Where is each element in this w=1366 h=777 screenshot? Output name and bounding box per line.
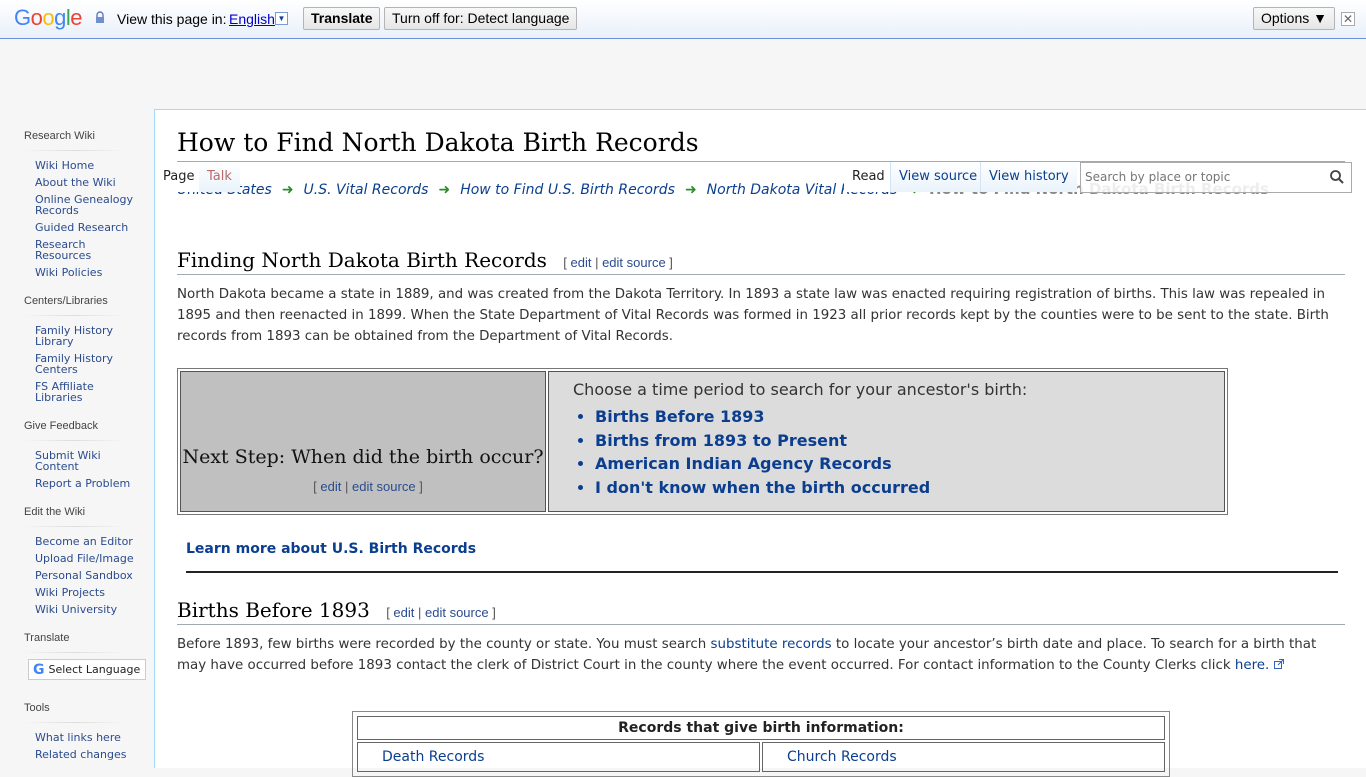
page-title: How to Find North Dakota Birth Records	[177, 128, 1345, 162]
sidebar-item-about-wiki[interactable]: About the Wiki	[35, 176, 116, 189]
edit-section-links: [ edit | edit source ]	[386, 605, 496, 620]
sidebar-section-translate: Translate G Select Language	[0, 632, 155, 680]
tab-view-history[interactable]: View history	[980, 162, 1077, 192]
sidebar-item-report-problem[interactable]: Report a Problem	[35, 477, 130, 490]
link-unknown-birth-date[interactable]: I don't know when the birth occurred	[595, 478, 930, 497]
link-births-1893-present[interactable]: Births from 1893 to Present	[595, 431, 847, 450]
paragraph-text: Before 1893, few births were recorded by…	[177, 637, 711, 652]
sidebar-item-submit-wiki-content[interactable]: Submit Wiki Content	[35, 449, 101, 473]
search-input[interactable]	[1081, 163, 1321, 191]
divider	[24, 526, 126, 527]
sidebar-heading: Translate	[24, 632, 70, 644]
divider	[24, 722, 126, 723]
edit-link[interactable]: edit	[320, 479, 341, 494]
search-icon[interactable]	[1329, 169, 1345, 185]
turn-off-button[interactable]: Turn off for: Detect language	[384, 7, 578, 30]
records-table: Records that give birth information: Dea…	[352, 711, 1170, 777]
divider	[24, 315, 126, 316]
tab-page[interactable]: Page	[155, 162, 203, 192]
google-translate-bar: Google View this page in: English ▼ Tran…	[0, 0, 1366, 39]
link-births-before-1893[interactable]: Births Before 1893	[595, 407, 765, 426]
sidebar-item-become-editor[interactable]: Become an Editor	[35, 535, 133, 548]
breadcrumb-link[interactable]: U.S. Vital Records	[304, 182, 429, 198]
language-link[interactable]: English	[229, 11, 275, 27]
divider	[24, 652, 126, 653]
section-heading-finding-records: Finding North Dakota Birth Records [ edi…	[177, 248, 1345, 275]
sidebar-item-upload-file[interactable]: Upload File/Image	[35, 552, 134, 565]
sidebar-item-fs-affiliate-libraries[interactable]: FS Affiliate Libraries	[35, 380, 94, 404]
sidebar-item-research-resources[interactable]: Research Resources	[35, 238, 91, 262]
edit-source-link[interactable]: edit source	[352, 479, 416, 494]
sidebar-heading: Research Wiki	[24, 130, 95, 142]
sidebar-section-tools: Tools What links here Related changes	[0, 702, 155, 763]
sidebar-item-personal-sandbox[interactable]: Personal Sandbox	[35, 569, 133, 582]
arrow-right-icon: ➜	[281, 182, 294, 198]
substitute-records-link[interactable]: substitute records	[711, 637, 832, 652]
link-american-indian-agency[interactable]: American Indian Agency Records	[595, 454, 892, 473]
edit-section-links: [ edit | edit source ]	[563, 255, 673, 270]
time-period-prompt: Choose a time period to search for your …	[573, 380, 1028, 399]
records-table-header: Records that give birth information:	[357, 716, 1165, 740]
arrow-right-icon: ➜	[684, 182, 697, 198]
church-records-link[interactable]: Church Records	[787, 749, 897, 765]
edit-section-links: [ edit | edit source ]	[313, 479, 423, 494]
language-dropdown-icon[interactable]: ▼	[275, 12, 288, 25]
divider	[186, 571, 1338, 573]
section-paragraph: North Dakota became a state in 1889, and…	[177, 287, 1329, 344]
google-g-icon: G	[33, 662, 45, 678]
divider	[24, 440, 126, 441]
tab-talk[interactable]: Talk	[199, 162, 240, 192]
sidebar-section-research-wiki: Research Wiki Wiki Home About the Wiki O…	[0, 130, 155, 281]
arrow-right-icon: ➜	[438, 182, 451, 198]
select-language-label: Select Language	[48, 663, 141, 676]
sidebar-heading: Edit the Wiki	[24, 506, 86, 518]
sidebar-section-edit-wiki: Edit the Wiki Become an Editor Upload Fi…	[0, 506, 155, 618]
lock-icon	[96, 11, 104, 23]
sidebar-section-give-feedback: Give Feedback Submit Wiki Content Report…	[0, 420, 155, 492]
sidebar-heading: Tools	[24, 702, 50, 714]
section-paragraph: Before 1893, few births were recorded by…	[177, 634, 1349, 676]
next-step-box: Next Step: When did the birth occur? [ e…	[177, 368, 1228, 515]
sidebar-item-wiki-home[interactable]: Wiki Home	[35, 159, 94, 172]
select-language-dropdown[interactable]: G Select Language	[28, 659, 146, 680]
next-step-heading-cell: Next Step: When did the birth occur? [ e…	[180, 371, 546, 512]
sidebar-section-centers-libraries: Centers/Libraries Family History Library…	[0, 295, 155, 406]
time-period-options: Choose a time period to search for your …	[548, 371, 1225, 512]
tab-read[interactable]: Read	[844, 162, 893, 192]
sidebar-item-what-links-here[interactable]: What links here	[35, 731, 121, 744]
search-box	[1080, 162, 1352, 193]
close-icon[interactable]: ✕	[1341, 12, 1355, 26]
sidebar-item-family-history-library[interactable]: Family History Library	[35, 324, 113, 348]
section-heading-text: Finding North Dakota Birth Records	[177, 248, 547, 272]
sidebar-heading: Give Feedback	[24, 420, 98, 432]
sidebar-item-wiki-policies[interactable]: Wiki Policies	[35, 266, 102, 279]
sidebar-item-wiki-projects[interactable]: Wiki Projects	[35, 586, 105, 599]
section-heading-births-before-1893: Births Before 1893 [ edit | edit source …	[177, 598, 1345, 625]
tab-view-source[interactable]: View source	[890, 162, 986, 192]
external-link-icon	[1273, 659, 1284, 669]
county-clerks-link[interactable]: here.	[1235, 658, 1269, 673]
death-records-link[interactable]: Death Records	[382, 749, 484, 765]
edit-source-link[interactable]: edit source	[602, 255, 666, 270]
edit-link[interactable]: edit	[571, 255, 592, 270]
sidebar-item-wiki-university[interactable]: Wiki University	[35, 603, 117, 616]
translate-button[interactable]: Translate	[303, 7, 381, 30]
sidebar-item-guided-research[interactable]: Guided Research	[35, 221, 128, 234]
sidebar-item-online-genealogy-records[interactable]: Online Genealogy Records	[35, 193, 133, 217]
section-heading-text: Births Before 1893	[177, 598, 370, 622]
sidebar-item-related-changes[interactable]: Related changes	[35, 748, 127, 761]
breadcrumb-link[interactable]: How to Find U.S. Birth Records	[460, 182, 675, 198]
next-step-heading: Next Step: When did the birth occur?	[182, 446, 544, 468]
learn-more-link[interactable]: Learn more about U.S. Birth Records	[186, 541, 476, 557]
divider	[24, 150, 126, 151]
content-area: How to Find North Dakota Birth Records U…	[154, 109, 1366, 777]
google-logo: Google	[14, 5, 83, 30]
edit-source-link[interactable]: edit source	[425, 605, 489, 620]
sidebar-heading: Centers/Libraries	[24, 295, 108, 307]
sidebar-item-family-history-centers[interactable]: Family History Centers	[35, 352, 113, 376]
edit-link[interactable]: edit	[393, 605, 414, 620]
sidebar: Research Wiki Wiki Home About the Wiki O…	[0, 130, 155, 777]
view-page-in-label: View this page in:	[117, 11, 227, 27]
options-button[interactable]: Options ▼	[1253, 7, 1335, 30]
